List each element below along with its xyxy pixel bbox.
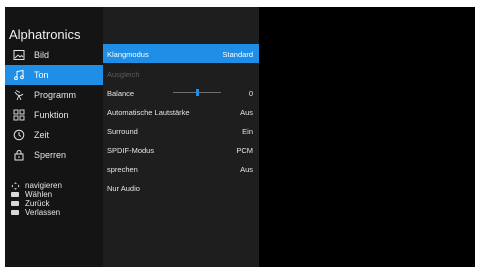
music-note-icon: [13, 69, 25, 81]
sidebar-nav: Bild Ton Programm Funktion Zeit Sperren: [5, 45, 103, 165]
setting-label: sprechen: [107, 165, 138, 174]
hint-label: navigieren: [25, 181, 62, 190]
balance-slider[interactable]: [173, 89, 221, 96]
sidebar-item-funktion[interactable]: Funktion: [5, 105, 103, 125]
key-hints: navigieren Wählen Zurück Verlassen: [11, 181, 101, 217]
setting-value: Standard: [222, 50, 253, 59]
setting-value: PCM: [236, 146, 253, 155]
clock-icon: [13, 129, 25, 141]
sidebar-item-ton[interactable]: Ton: [5, 65, 103, 85]
hint-navigate: navigieren: [11, 181, 101, 190]
setting-label: Ausgleich: [107, 70, 140, 79]
hint-back: Zurück: [11, 199, 101, 208]
lock-icon: [13, 149, 25, 161]
hint-label: Wählen: [25, 190, 53, 199]
sidebar: Alphatronics Bild Ton Programm Funktion …: [5, 7, 103, 267]
satellite-dish-icon: [13, 89, 25, 101]
sidebar-item-label: Sperren: [34, 150, 67, 160]
sidebar-item-programm[interactable]: Programm: [5, 85, 103, 105]
back-key-icon: [11, 200, 20, 207]
setting-label: Nur Audio: [107, 184, 140, 193]
setting-label: Automatische Lautstärke: [107, 108, 190, 117]
hint-exit: Verlassen: [11, 208, 101, 217]
sidebar-item-sperren[interactable]: Sperren: [5, 145, 103, 165]
dpad-icon: [11, 182, 20, 190]
balance-slider-knob[interactable]: [195, 89, 199, 96]
sidebar-item-label: Ton: [34, 70, 49, 80]
setting-row-automatische-lautstaerke[interactable]: Automatische Lautstärke Aus: [103, 102, 259, 121]
grid-icon: [13, 109, 25, 121]
setting-value: 0: [248, 89, 253, 98]
setting-label: SPDIF-Modus: [107, 146, 155, 155]
setting-row-balance[interactable]: Balance 0: [103, 83, 259, 102]
brand-title: Alphatronics: [9, 27, 81, 42]
exit-key-icon: [11, 209, 20, 216]
sidebar-item-label: Programm: [34, 90, 77, 100]
setting-row-spdif-modus[interactable]: SPDIF-Modus PCM: [103, 140, 259, 159]
setting-label: Balance: [107, 89, 135, 98]
tv-screen: Alphatronics Bild Ton Programm Funktion …: [5, 7, 475, 267]
sidebar-item-zeit[interactable]: Zeit: [5, 125, 103, 145]
sound-settings-panel: Klangmodus Standard Ausgleich Balance 0 …: [103, 7, 259, 267]
setting-row-nur-audio[interactable]: Nur Audio: [103, 178, 259, 197]
hint-select: Wählen: [11, 190, 101, 199]
setting-value: Aus: [240, 165, 253, 174]
setting-row-surround[interactable]: Surround Ein: [103, 121, 259, 140]
setting-value: Ein: [242, 127, 253, 136]
setting-row-sprechen[interactable]: sprechen Aus: [103, 159, 259, 178]
setting-label: Klangmodus: [107, 50, 149, 59]
hint-label: Verlassen: [25, 208, 61, 217]
hint-label: Zurück: [25, 199, 50, 208]
sidebar-item-label: Zeit: [34, 130, 50, 140]
sidebar-item-bild[interactable]: Bild: [5, 45, 103, 65]
setting-value: Aus: [240, 108, 253, 117]
sidebar-item-label: Funktion: [34, 110, 69, 120]
setting-label: Surround: [107, 127, 138, 136]
picture-icon: [13, 49, 25, 61]
setting-row-klangmodus[interactable]: Klangmodus Standard: [103, 44, 259, 63]
ok-key-icon: [11, 191, 20, 198]
setting-row-ausgleich: Ausgleich: [103, 64, 259, 83]
sidebar-item-label: Bild: [34, 50, 50, 60]
